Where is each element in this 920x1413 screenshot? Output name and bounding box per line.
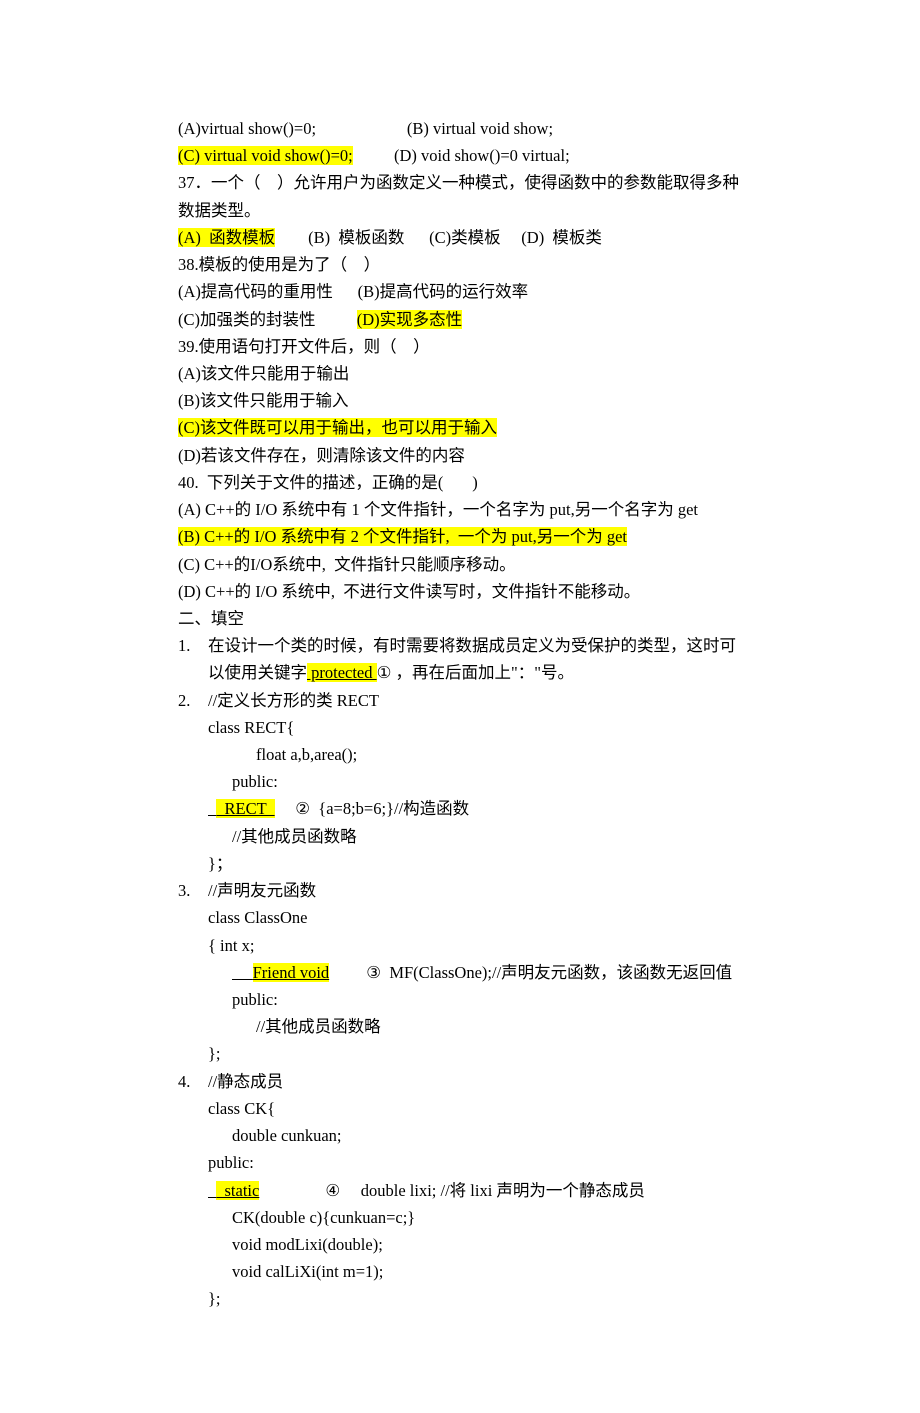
q39-b: (B)该文件只能用于输入 <box>178 387 748 414</box>
fill4-l1: //静态成员 <box>208 1068 748 1095</box>
fill1-text-b: ① ，再在后面加上"： <box>377 663 535 682</box>
fill4-num: 4. <box>178 1068 208 1313</box>
q37-options: (A) 函数模板 (B) 模板函数 (C)类模板 (D) 模板类 <box>178 224 748 251</box>
fill3-l4: ③ MF(ClassOne);//声明友元函数，该函数无返回值 <box>329 963 732 982</box>
q37-b: (B) 模板函数 <box>308 228 404 247</box>
fill2-l4: public: <box>208 768 748 795</box>
fill4-body: //静态成员 class CK{ double cunkuan; public:… <box>208 1068 748 1313</box>
fill1: 1. 在设计一个类的时候，有时需要将数据成员定义为受保护的类型，这时可以使用关键… <box>178 632 748 686</box>
fill2-body: //定义长方形的类 RECT class RECT{ float a,b,are… <box>208 687 748 878</box>
fill1-blank: protected <box>307 663 377 682</box>
fill1-body: 在设计一个类的时候，有时需要将数据成员定义为受保护的类型，这时可以使用关键字 p… <box>208 632 748 686</box>
fill2-blank-line: RECT ② {a=8;b=6;}//构造函数 <box>208 795 748 822</box>
fill4-l8: void calLiXi(int m=1); <box>208 1258 748 1285</box>
q38-c: (C)加强类的封装性 <box>178 310 316 329</box>
fill1-text-c: "号。 <box>534 663 574 682</box>
fill4-l5: ④ double lixi; //将 lixi 声明为一个静态成员 <box>259 1181 645 1200</box>
fill4-l6: CK(double c){cunkuan=c;} <box>208 1204 748 1231</box>
q39-stem: 39.使用语句打开文件后，则（ ） <box>178 333 748 360</box>
fill2-l7: }； <box>208 850 748 877</box>
fill3-l7: }; <box>208 1040 748 1067</box>
q39-c: (C)该文件既可以用于输出，也可以用于输入 <box>178 418 497 437</box>
fill2-blank: RECT <box>216 799 274 818</box>
q36-d: (D) void show()=0 virtual; <box>394 146 570 165</box>
fill3-blank-pre <box>232 963 253 982</box>
fill4-blank: static <box>216 1181 259 1200</box>
fill2-l2: class RECT{ <box>208 714 748 741</box>
q36-options-line2: (C) virtual void show()=0; (D) void show… <box>178 142 748 169</box>
q40-a: (A) C++的 I/O 系统中有 1 个文件指针，一个名字为 put,另一个名… <box>178 496 748 523</box>
fill4-l4: public: <box>208 1149 748 1176</box>
fill1-num: 1. <box>178 632 208 686</box>
q37-d: (D) 模板类 <box>521 228 602 247</box>
fill4: 4. //静态成员 class CK{ double cunkuan; publ… <box>178 1068 748 1313</box>
q36-c: (C) virtual void show()=0; <box>178 146 353 165</box>
q40-c: (C) C++的I/O系统中, 文件指针只能顺序移动。 <box>178 551 748 578</box>
q37-stem: 37．一个（ ）允许用户为函数定义一种模式，使得函数中的参数能取得多种数据类型。 <box>178 169 748 223</box>
q37-c: (C)类模板 <box>429 228 501 247</box>
fill2-blank-pre <box>208 799 216 818</box>
q38-a: (A)提高代码的重用性 <box>178 282 333 301</box>
section2-heading: 二、填空 <box>178 605 748 632</box>
q40-b-wrap: (B) C++的 I/O 系统中有 2 个文件指针, 一个为 put,另一个为 … <box>178 523 748 550</box>
fill3-blank: Friend void <box>253 963 330 982</box>
q38-b: (B)提高代码的运行效率 <box>358 282 529 301</box>
q38-stem: 38.模板的使用是为了（ ） <box>178 251 748 278</box>
fill3-l2: class ClassOne <box>208 904 748 931</box>
fill3-l1: //声明友元函数 <box>208 877 748 904</box>
fill4-blank-pre <box>208 1181 216 1200</box>
fill2-l6: //其他成员函数略 <box>208 823 748 850</box>
q38-d: (D)实现多态性 <box>357 310 462 329</box>
fill4-l2: class CK{ <box>208 1095 748 1122</box>
q39-c-wrap: (C)该文件既可以用于输出，也可以用于输入 <box>178 414 748 441</box>
fill3: 3. //声明友元函数 class ClassOne { int x; Frie… <box>178 877 748 1068</box>
fill2: 2. //定义长方形的类 RECT class RECT{ float a,b,… <box>178 687 748 878</box>
fill3-l6: //其他成员函数略 <box>208 1013 748 1040</box>
fill2-l5: ② {a=8;b=6;}//构造函数 <box>275 799 470 818</box>
q39-d: (D)若该文件存在，则清除该文件的内容 <box>178 442 748 469</box>
fill2-l3: float a,b,area(); <box>208 741 748 768</box>
fill3-body: //声明友元函数 class ClassOne { int x; Friend … <box>208 877 748 1068</box>
fill2-l1: //定义长方形的类 RECT <box>208 687 748 714</box>
q40-stem: 40. 下列关于文件的描述，正确的是( ) <box>178 469 748 496</box>
fill4-blank-line: static ④ double lixi; //将 lixi 声明为一个静态成员 <box>208 1177 748 1204</box>
q39-a: (A)该文件只能用于输出 <box>178 360 748 387</box>
fill3-num: 3. <box>178 877 208 1068</box>
fill4-l3: double cunkuan; <box>208 1122 748 1149</box>
q36-b: (B) virtual void show; <box>407 119 553 138</box>
q36-options-line1: (A)virtual show()=0; (B) virtual void sh… <box>178 115 748 142</box>
fill2-num: 2. <box>178 687 208 878</box>
q38-options-line2: (C)加强类的封装性 (D)实现多态性 <box>178 306 748 333</box>
q40-d: (D) C++的 I/O 系统中, 不进行文件读写时，文件指针不能移动。 <box>178 578 748 605</box>
fill3-blank-line: Friend void ③ MF(ClassOne);//声明友元函数，该函数无… <box>208 959 748 986</box>
q36-a: (A)virtual show()=0; <box>178 119 316 138</box>
q38-options-line1: (A)提高代码的重用性 (B)提高代码的运行效率 <box>178 278 748 305</box>
fill3-l5: public: <box>208 986 748 1013</box>
fill4-l7: void modLixi(double); <box>208 1231 748 1258</box>
q40-b: (B) C++的 I/O 系统中有 2 个文件指针, 一个为 put,另一个为 … <box>178 527 627 546</box>
fill4-l9: }; <box>208 1285 748 1312</box>
fill3-l3: { int x; <box>208 932 748 959</box>
document-page: (A)virtual show()=0; (B) virtual void sh… <box>0 0 920 1413</box>
q37-a: (A) 函数模板 <box>178 228 275 247</box>
